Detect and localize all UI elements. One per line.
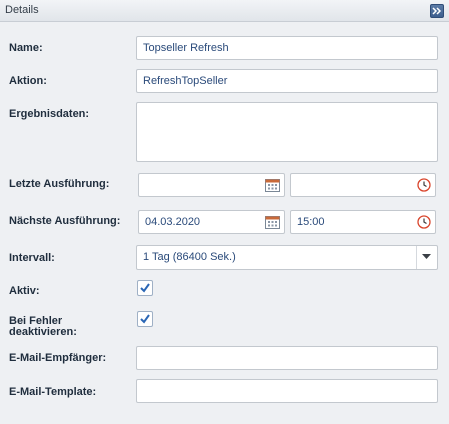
- email-empfaenger-input[interactable]: [136, 346, 438, 370]
- aktion-label: Aktion:: [9, 75, 47, 87]
- aktion-input[interactable]: RefreshTopSeller: [136, 69, 438, 93]
- clock-icon[interactable]: [417, 215, 431, 229]
- naechste-ausfuehrung-date-value: 04.03.2020: [145, 216, 201, 228]
- ergebnisdaten-textarea[interactable]: [136, 102, 438, 162]
- intervall-value: 1 Tag (86400 Sek.): [143, 251, 236, 263]
- name-value: Topseller Refresh: [143, 42, 229, 54]
- intervall-label: Intervall:: [9, 252, 55, 264]
- checkmark-icon: [140, 314, 150, 324]
- bei-fehler-deaktivieren-checkbox[interactable]: [137, 311, 153, 327]
- clock-icon[interactable]: [417, 178, 431, 192]
- calendar-icon[interactable]: [265, 215, 280, 229]
- checkmark-icon: [140, 283, 150, 293]
- panel-title: Details: [5, 4, 39, 16]
- letzte-ausfuehrung-date-input[interactable]: [138, 173, 285, 197]
- collapse-button[interactable]: [430, 4, 444, 18]
- calendar-icon[interactable]: [265, 178, 280, 192]
- naechste-ausfuehrung-label: Nächste Ausführung:: [9, 215, 121, 227]
- email-template-input[interactable]: [136, 379, 438, 403]
- name-input[interactable]: Topseller Refresh: [136, 36, 438, 60]
- naechste-ausfuehrung-time-value: 15:00: [297, 216, 325, 228]
- email-empfaenger-label: E-Mail-Empfänger:: [9, 352, 107, 364]
- letzte-ausfuehrung-label: Letzte Ausführung:: [9, 178, 110, 190]
- aktiv-checkbox[interactable]: [137, 280, 153, 296]
- naechste-ausfuehrung-time-input[interactable]: 15:00: [290, 210, 436, 234]
- chevron-down-icon: [422, 254, 431, 259]
- intervall-select[interactable]: 1 Tag (86400 Sek.): [136, 245, 438, 270]
- letzte-ausfuehrung-time-input[interactable]: [290, 173, 436, 197]
- ergebnisdaten-label: Ergebnisdaten:: [9, 108, 90, 120]
- email-template-label: E-Mail-Template:: [9, 386, 97, 398]
- naechste-ausfuehrung-date-input[interactable]: 04.03.2020: [138, 210, 285, 234]
- intervall-dropdown-trigger[interactable]: [416, 246, 437, 269]
- aktiv-label: Aktiv:: [9, 285, 40, 297]
- aktion-value: RefreshTopSeller: [143, 75, 228, 87]
- panel-header: Details: [0, 0, 449, 22]
- name-label: Name:: [9, 42, 43, 54]
- double-chevron-right-icon: [432, 7, 442, 15]
- bei-fehler-label-line2: deaktivieren:: [9, 326, 77, 338]
